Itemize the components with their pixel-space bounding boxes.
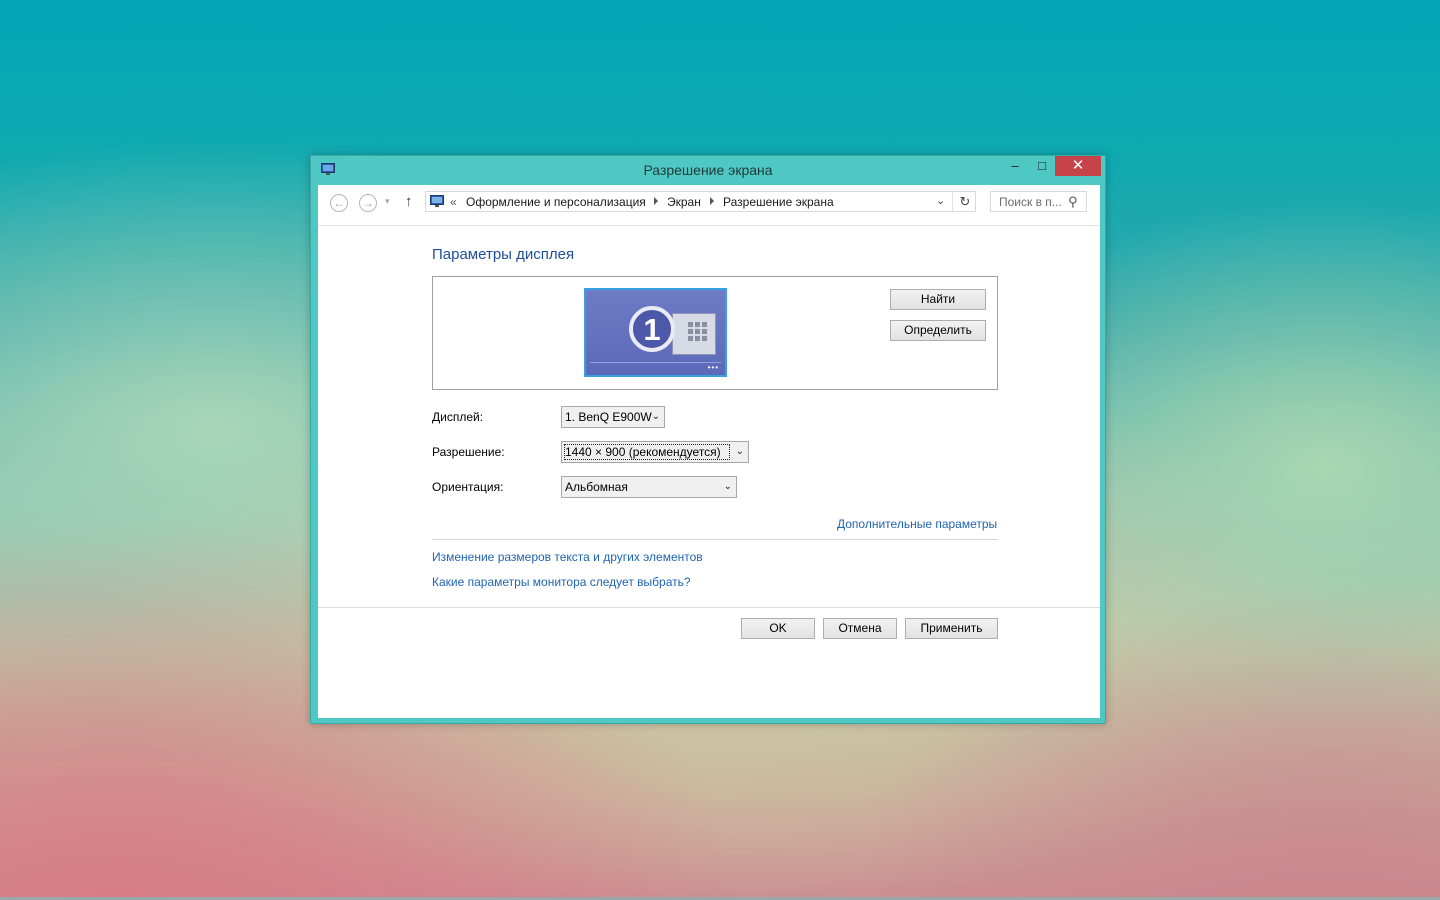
find-button[interactable]: Найти [890, 289, 986, 310]
breadcrumb-separator-icon[interactable] [654, 197, 658, 205]
refresh-icon[interactable]: ↻ [952, 192, 977, 211]
display-select-value: 1. BenQ E900W [565, 410, 652, 424]
forward-button[interactable]: → [359, 194, 377, 212]
control-panel-icon [430, 195, 444, 207]
screen-resolution-window: Разрешение экрана – □ ✕ ← → ▾ ↑ « Оформл… [310, 155, 1106, 724]
maximize-button[interactable]: □ [1029, 156, 1055, 176]
orientation-label: Ориентация: [432, 480, 504, 494]
recent-locations-icon[interactable]: ▾ [385, 196, 390, 207]
address-bar[interactable]: « Оформление и персонализация Экран Разр… [425, 191, 976, 212]
breadcrumb-separator-icon[interactable] [710, 197, 714, 205]
orientation-select[interactable]: Альбомная ⌄ [561, 476, 737, 498]
resolution-select[interactable]: 1440 × 900 (рекомендуется) ⌄ [561, 441, 749, 463]
monitor-settings-help-link[interactable]: Какие параметры монитора следует выбрать… [432, 575, 691, 589]
chevron-down-icon: ⌄ [651, 411, 660, 422]
display-label: Дисплей: [432, 410, 484, 424]
search-icon[interactable]: ⚲ [1068, 194, 1078, 210]
advanced-settings-link[interactable]: Дополнительные параметры [837, 517, 997, 531]
divider [432, 539, 998, 540]
monitor-dots: ••• [707, 363, 719, 372]
close-button[interactable]: ✕ [1055, 156, 1101, 176]
start-screen-tile-icon [672, 313, 716, 355]
address-dropdown-icon[interactable]: ⌄ [936, 194, 945, 207]
monitor-number-badge: 1 [629, 306, 675, 352]
back-button[interactable]: ← [330, 194, 348, 212]
apply-button[interactable]: Применить [905, 618, 998, 639]
display-arrangement-panel: 1 ••• Найти Определить [432, 276, 998, 390]
window-client-area: ← → ▾ ↑ « Оформление и персонализация Эк… [318, 185, 1100, 718]
up-button[interactable]: ↑ [405, 193, 413, 210]
cancel-button[interactable]: Отмена [823, 618, 897, 639]
chevron-down-icon: ⌄ [735, 446, 744, 457]
title-bar[interactable]: Разрешение экрана – □ ✕ [311, 156, 1105, 185]
chevron-down-icon: ⌄ [723, 481, 732, 492]
monitor-taskbar-line [590, 362, 721, 363]
display-select[interactable]: 1. BenQ E900W ⌄ [561, 406, 665, 428]
identify-button[interactable]: Определить [890, 320, 986, 341]
minimize-button[interactable]: – [1001, 156, 1029, 176]
ok-button[interactable]: OK [741, 618, 815, 639]
monitor-1-thumbnail[interactable]: 1 ••• [584, 288, 727, 377]
orientation-select-value: Альбомная [565, 480, 628, 494]
focus-rectangle [564, 444, 730, 460]
search-input[interactable]: Поиск в п... [999, 195, 1062, 209]
window-title: Разрешение экрана [643, 162, 773, 178]
text-size-link[interactable]: Изменение размеров текста и других элеме… [432, 550, 703, 564]
breadcrumb-item-personalization[interactable]: Оформление и персонализация [466, 195, 646, 209]
search-box[interactable]: Поиск в п... ⚲ [990, 191, 1087, 212]
breadcrumb-overflow-icon[interactable]: « [450, 195, 457, 209]
navigation-bar: ← → ▾ ↑ « Оформление и персонализация Эк… [318, 185, 1100, 226]
breadcrumb-item-screen-resolution[interactable]: Разрешение экрана [723, 195, 834, 209]
resolution-label: Разрешение: [432, 445, 505, 459]
section-title: Параметры дисплея [432, 246, 575, 263]
breadcrumb-item-display[interactable]: Экран [667, 195, 701, 209]
footer-divider [318, 607, 1100, 608]
